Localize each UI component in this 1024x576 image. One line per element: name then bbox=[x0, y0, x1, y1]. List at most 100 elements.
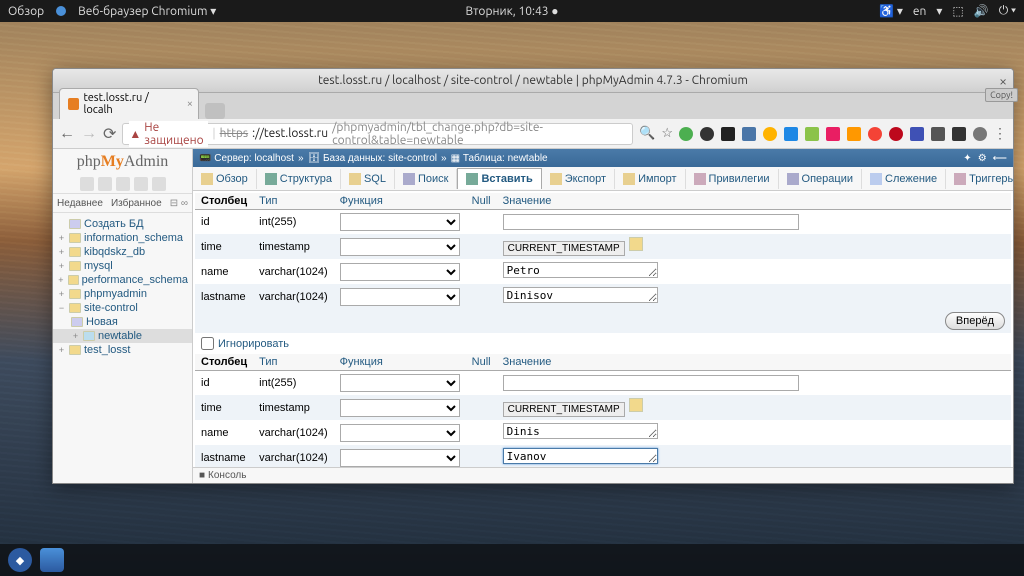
tab-import[interactable]: Импорт bbox=[615, 169, 685, 189]
settings-icon[interactable] bbox=[134, 177, 148, 191]
tree-db[interactable]: +performance_schema bbox=[53, 273, 192, 287]
ext-icon[interactable] bbox=[973, 127, 987, 141]
accessibility-icon[interactable]: ♿ ▾ bbox=[879, 4, 903, 18]
ext-icon[interactable] bbox=[742, 127, 756, 141]
activities-label[interactable]: Обзор bbox=[8, 5, 44, 18]
tree-db-open[interactable]: −site-control bbox=[53, 301, 192, 315]
value-input-id[interactable] bbox=[503, 214, 799, 230]
network-icon[interactable]: ⬚ bbox=[952, 4, 963, 18]
func-select[interactable] bbox=[340, 424, 460, 442]
tab-search[interactable]: Поиск bbox=[395, 169, 457, 189]
tree-db[interactable]: +mysql bbox=[53, 259, 192, 273]
recent-tab[interactable]: Недавнее bbox=[57, 198, 103, 209]
ext-icon[interactable] bbox=[784, 127, 798, 141]
col-type: timestamp bbox=[253, 234, 333, 259]
tab-insert[interactable]: Вставить bbox=[457, 168, 541, 189]
ext-icon[interactable] bbox=[805, 127, 819, 141]
func-select[interactable] bbox=[340, 213, 460, 231]
clock-label[interactable]: Вторник, 10:43 ● bbox=[465, 4, 558, 18]
tree-db[interactable]: +phpmyadmin bbox=[53, 287, 192, 301]
bc-server[interactable]: 📟 Сервер: localhost bbox=[199, 153, 294, 164]
url-scheme: https bbox=[220, 127, 249, 140]
reload-nav-icon[interactable] bbox=[152, 177, 166, 191]
bc-table[interactable]: ▦ Таблица: newtable bbox=[451, 153, 548, 164]
ext-icon[interactable] bbox=[700, 127, 714, 141]
tab-export[interactable]: Экспорт bbox=[542, 169, 615, 189]
tab-tracking[interactable]: Слежение bbox=[862, 169, 946, 189]
tree-db[interactable]: +kibqdskz_db bbox=[53, 245, 192, 259]
tab-privileges[interactable]: Привилегии bbox=[686, 169, 779, 189]
ext-icon[interactable] bbox=[952, 127, 966, 141]
page-settings-icon[interactable]: ✦ bbox=[963, 153, 971, 164]
calendar-icon[interactable] bbox=[629, 237, 643, 251]
th-value: Значение bbox=[497, 193, 1011, 210]
ext-icon[interactable] bbox=[826, 127, 840, 141]
value-input-lastname[interactable] bbox=[503, 287, 658, 303]
star-icon[interactable]: ☆ bbox=[661, 126, 673, 141]
func-select[interactable] bbox=[340, 399, 460, 417]
tab-structure[interactable]: Структура bbox=[257, 169, 341, 189]
show-apps-button[interactable]: ◆ bbox=[8, 548, 32, 572]
func-select[interactable] bbox=[340, 238, 460, 256]
collapse-icon[interactable]: ⊟ ∞ bbox=[170, 198, 188, 209]
window-close-button[interactable]: × bbox=[999, 73, 1007, 89]
reload-button[interactable]: ⟳ bbox=[103, 124, 116, 143]
logout-icon[interactable] bbox=[98, 177, 112, 191]
ext-icon[interactable] bbox=[679, 127, 693, 141]
tab-sql[interactable]: SQL bbox=[341, 169, 395, 189]
favicon-icon bbox=[68, 98, 79, 110]
tab-close-button[interactable]: × bbox=[187, 98, 193, 110]
dock-app-icon[interactable] bbox=[40, 548, 64, 572]
value-input-lastname-focused[interactable] bbox=[503, 448, 658, 464]
tree-new-table[interactable]: Новая bbox=[53, 315, 192, 329]
back-button[interactable]: ← bbox=[59, 124, 75, 143]
pma-quick-icons bbox=[53, 175, 192, 193]
tree-create-db[interactable]: Создать БД bbox=[53, 217, 192, 231]
value-input-name[interactable] bbox=[503, 262, 658, 278]
power-icon[interactable]: ⏻ ▾ bbox=[999, 4, 1016, 18]
volume-icon[interactable]: 🔊 bbox=[974, 4, 989, 18]
favorite-tab[interactable]: Избранное bbox=[111, 198, 162, 209]
menu-button[interactable]: ⋮ bbox=[993, 125, 1007, 142]
new-tab-button[interactable] bbox=[205, 103, 225, 119]
collapse-bc-icon[interactable]: ⟵ bbox=[993, 153, 1007, 164]
ext-icon[interactable] bbox=[847, 127, 861, 141]
ext-icon[interactable] bbox=[868, 127, 882, 141]
func-select[interactable] bbox=[340, 263, 460, 281]
home-icon[interactable] bbox=[80, 177, 94, 191]
ext-icon[interactable] bbox=[931, 127, 945, 141]
func-select[interactable] bbox=[340, 288, 460, 306]
go-button[interactable]: Вперёд bbox=[945, 312, 1005, 330]
bc-database[interactable]: 🗄 База данных: site-control bbox=[308, 153, 438, 164]
copy-badge[interactable]: Copy! bbox=[985, 88, 1018, 102]
tab-operations[interactable]: Операции bbox=[779, 169, 862, 189]
browser-tab[interactable]: test.losst.ru / localh × bbox=[59, 88, 199, 119]
address-bar[interactable]: ▲ Не защищено | https://test.losst.ru/ph… bbox=[122, 123, 633, 145]
language-indicator[interactable]: en bbox=[913, 5, 926, 18]
url-host: ://test.losst.ru bbox=[252, 127, 328, 140]
func-select[interactable] bbox=[340, 374, 460, 392]
tab-triggers[interactable]: Триггеры bbox=[946, 169, 1013, 189]
phpmyadmin-app: phpMyAdmin Недавнее Избранное ⊟ ∞ Создат… bbox=[53, 149, 1013, 483]
tree-db[interactable]: +test_losst bbox=[53, 343, 192, 357]
value-input-id[interactable] bbox=[503, 375, 799, 391]
value-input-name[interactable] bbox=[503, 423, 658, 439]
forward-button[interactable]: → bbox=[81, 124, 97, 143]
docs-icon[interactable] bbox=[116, 177, 130, 191]
tree-db[interactable]: +information_schema bbox=[53, 231, 192, 245]
pma-console[interactable]: ■ Консоль bbox=[193, 467, 1013, 483]
ext-icon[interactable] bbox=[910, 127, 924, 141]
ext-icon[interactable] bbox=[721, 127, 735, 141]
ext-icon[interactable] bbox=[889, 127, 903, 141]
desktop-top-panel: Обзор Веб-браузер Chromium ▾ Вторник, 10… bbox=[0, 0, 1024, 22]
col-name: lastname bbox=[195, 284, 253, 309]
func-select[interactable] bbox=[340, 449, 460, 467]
ext-icon[interactable] bbox=[763, 127, 777, 141]
search-icon[interactable]: 🔍 bbox=[639, 126, 655, 141]
calendar-icon[interactable] bbox=[629, 398, 643, 412]
tab-browse[interactable]: Обзор bbox=[193, 169, 257, 189]
tree-table-selected[interactable]: +newtable bbox=[53, 329, 192, 343]
active-app-label[interactable]: Веб-браузер Chromium ▾ bbox=[78, 4, 216, 18]
gear-icon[interactable]: ⚙ bbox=[978, 153, 987, 164]
ignore-checkbox[interactable] bbox=[201, 337, 214, 350]
